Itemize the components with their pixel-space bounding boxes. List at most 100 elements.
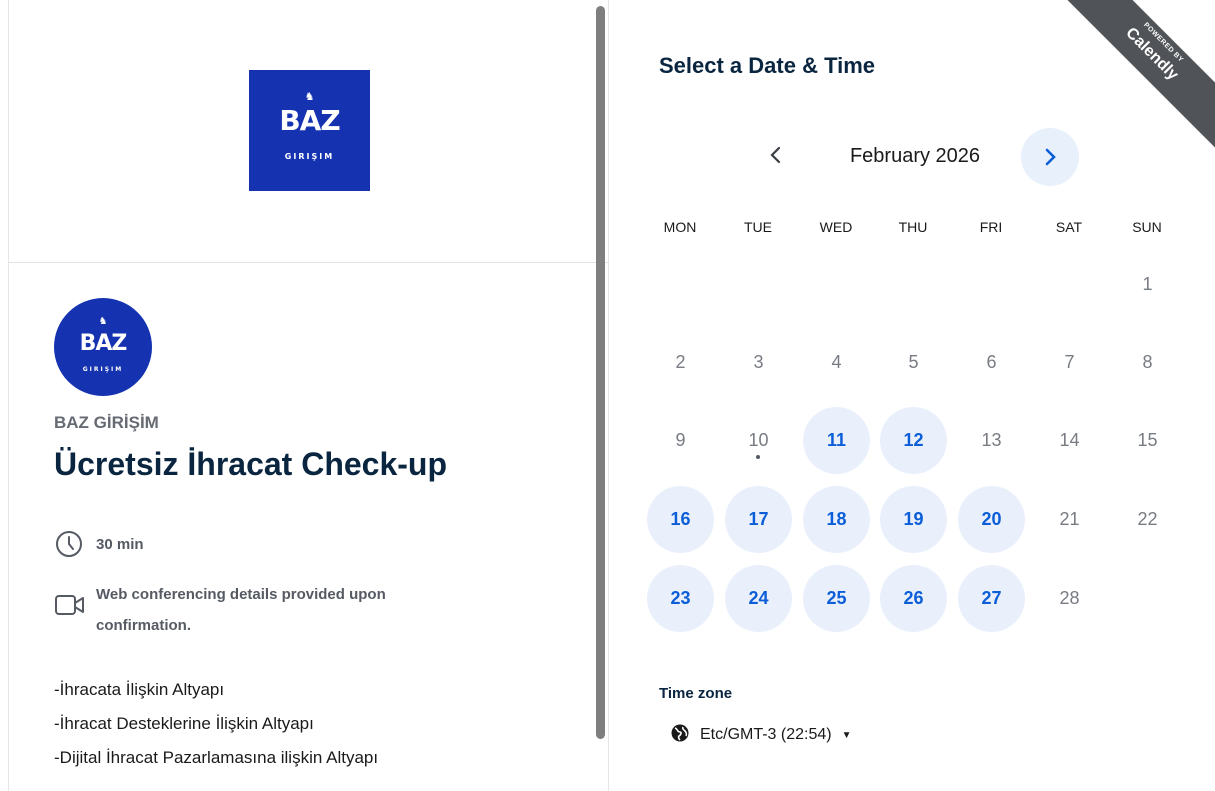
calendar-day-available[interactable]: 11 — [803, 407, 870, 474]
day-number: 8 — [1142, 352, 1153, 372]
calendar-day: 28 — [1036, 565, 1103, 632]
day-number: 24 — [748, 588, 769, 608]
avatar-wordmark: BAZ — [79, 331, 128, 356]
calendar-day: 1 — [1114, 251, 1181, 318]
calendar-day: 8 — [1114, 329, 1181, 396]
weekday-label: MON — [663, 219, 697, 235]
timezone-select[interactable]: Etc/GMT-3 (22:54) ▼ — [670, 720, 852, 750]
company-logo: ♞ BAZ GIRIŞIM — [249, 70, 370, 191]
calendar-day-available[interactable]: 25 — [803, 565, 870, 632]
video-camera-icon — [54, 593, 86, 622]
previous-month-button[interactable] — [748, 127, 804, 183]
calendar-day: 10 — [725, 407, 792, 474]
scrollbar[interactable] — [596, 6, 605, 739]
day-number: 6 — [986, 352, 997, 372]
company-header: ♞ BAZ GIRIŞIM — [9, 0, 608, 263]
calendar-day-available[interactable]: 17 — [725, 486, 792, 553]
duration-row: 30 min — [54, 529, 144, 559]
day-number: 26 — [903, 588, 924, 608]
calendar-day: 15 — [1114, 407, 1181, 474]
month-navigation: February 2026 — [610, 127, 1215, 187]
organizer-avatar: ♞ BAZ GIRIŞIM — [54, 298, 152, 396]
conferencing-text: Web conferencing details provided upon c… — [96, 579, 526, 641]
chevron-right-icon — [1045, 148, 1056, 166]
calendar-day: 5 — [880, 329, 947, 396]
calendar-day: 4 — [803, 329, 870, 396]
day-number: 22 — [1137, 509, 1158, 529]
day-number: 7 — [1064, 352, 1075, 372]
day-number: 9 — [675, 430, 686, 450]
day-number: 5 — [908, 352, 919, 372]
calendar-day-available[interactable]: 27 — [958, 565, 1025, 632]
duration-text: 30 min — [96, 535, 144, 553]
chevron-left-icon — [770, 146, 781, 164]
calendar-day: 2 — [647, 329, 714, 396]
next-month-button[interactable] — [1021, 128, 1079, 186]
crown-icon: ♞ — [98, 316, 108, 327]
current-month: February 2026 — [849, 145, 981, 167]
caret-down-icon: ▼ — [841, 729, 852, 741]
today-indicator — [756, 455, 760, 459]
description-line: -İhracata İlişkin Altyapı — [54, 680, 225, 699]
timezone-value: Etc/GMT-3 (22:54) — [700, 726, 832, 743]
calendar-day-available[interactable]: 19 — [880, 486, 947, 553]
day-number: 18 — [826, 509, 847, 529]
day-number: 17 — [748, 509, 769, 529]
calendar-day-available[interactable]: 24 — [725, 565, 792, 632]
scheduler-heading: Select a Date & Time — [659, 53, 876, 78]
event-details-panel: ♞ BAZ GIRIŞIM ♞ BAZ GIRIŞIM BAZ GİRİŞİM … — [8, 0, 609, 791]
day-number: 13 — [981, 430, 1002, 450]
logo-subtitle: GIRIŞIM — [284, 152, 335, 161]
day-number: 27 — [981, 588, 1002, 608]
weekday-label: FRI — [979, 219, 1003, 235]
organizer-name: BAZ GİRİŞİM — [54, 413, 159, 432]
day-number: 3 — [753, 352, 764, 372]
conferencing-line-1: Web conferencing details provided upon — [96, 586, 386, 603]
calendar-day-available[interactable]: 23 — [647, 565, 714, 632]
calendar-day-available[interactable]: 12 — [880, 407, 947, 474]
clock-icon — [54, 529, 84, 559]
description-line: -İhracat Desteklerine İlişkin Altyapı — [54, 714, 314, 733]
calendar-day: 21 — [1036, 486, 1103, 553]
calendar-day: 6 — [958, 329, 1025, 396]
day-number: 23 — [670, 588, 691, 608]
day-number: 21 — [1059, 509, 1080, 529]
calendar-day: 22 — [1114, 486, 1181, 553]
day-number: 19 — [903, 509, 924, 529]
calendar-day: 7 — [1036, 329, 1103, 396]
day-number: 28 — [1059, 588, 1080, 608]
day-number: 4 — [831, 352, 842, 372]
crown-icon: ♞ — [304, 91, 315, 103]
weekday-label: TUE — [744, 219, 772, 235]
day-number: 11 — [826, 430, 847, 450]
calendar-day-available[interactable]: 26 — [880, 565, 947, 632]
calendar-day: 13 — [958, 407, 1025, 474]
weekday-label: THU — [898, 219, 928, 235]
weekday-label: WED — [819, 219, 853, 235]
logo-wordmark: BAZ — [279, 104, 340, 137]
calendar-day-available[interactable]: 18 — [803, 486, 870, 553]
calendar-day: 9 — [647, 407, 714, 474]
scheduler-panel: Select a Date & Time POWERED BY Calendly… — [610, 0, 1215, 791]
day-number: 20 — [981, 509, 1002, 529]
day-number: 12 — [903, 430, 924, 450]
calendar-day-available[interactable]: 16 — [647, 486, 714, 553]
description-line: -Dijital İhracat Pazarlamasına ilişkin A… — [54, 748, 379, 767]
calendar-day-available[interactable]: 20 — [958, 486, 1025, 553]
event-title: Ücretsiz İhracat Check-up — [54, 446, 448, 482]
day-number: 1 — [1142, 274, 1153, 294]
day-number: 2 — [675, 352, 686, 372]
day-number: 15 — [1137, 430, 1158, 450]
weekday-label: SUN — [1132, 219, 1162, 235]
calendar-day: 3 — [725, 329, 792, 396]
avatar-subtitle: GIRIŞIM — [82, 366, 124, 373]
globe-icon — [670, 723, 690, 748]
day-number: 25 — [826, 588, 847, 608]
day-number: 16 — [670, 509, 691, 529]
day-number: 14 — [1059, 430, 1080, 450]
event-description: -İhracata İlişkin Altyapı -İhracat Deste… — [54, 673, 378, 775]
day-number: 10 — [748, 430, 769, 450]
conferencing-line-2: confirmation. — [96, 617, 192, 634]
calendar-day: 14 — [1036, 407, 1103, 474]
timezone-label: Time zone — [659, 685, 733, 702]
